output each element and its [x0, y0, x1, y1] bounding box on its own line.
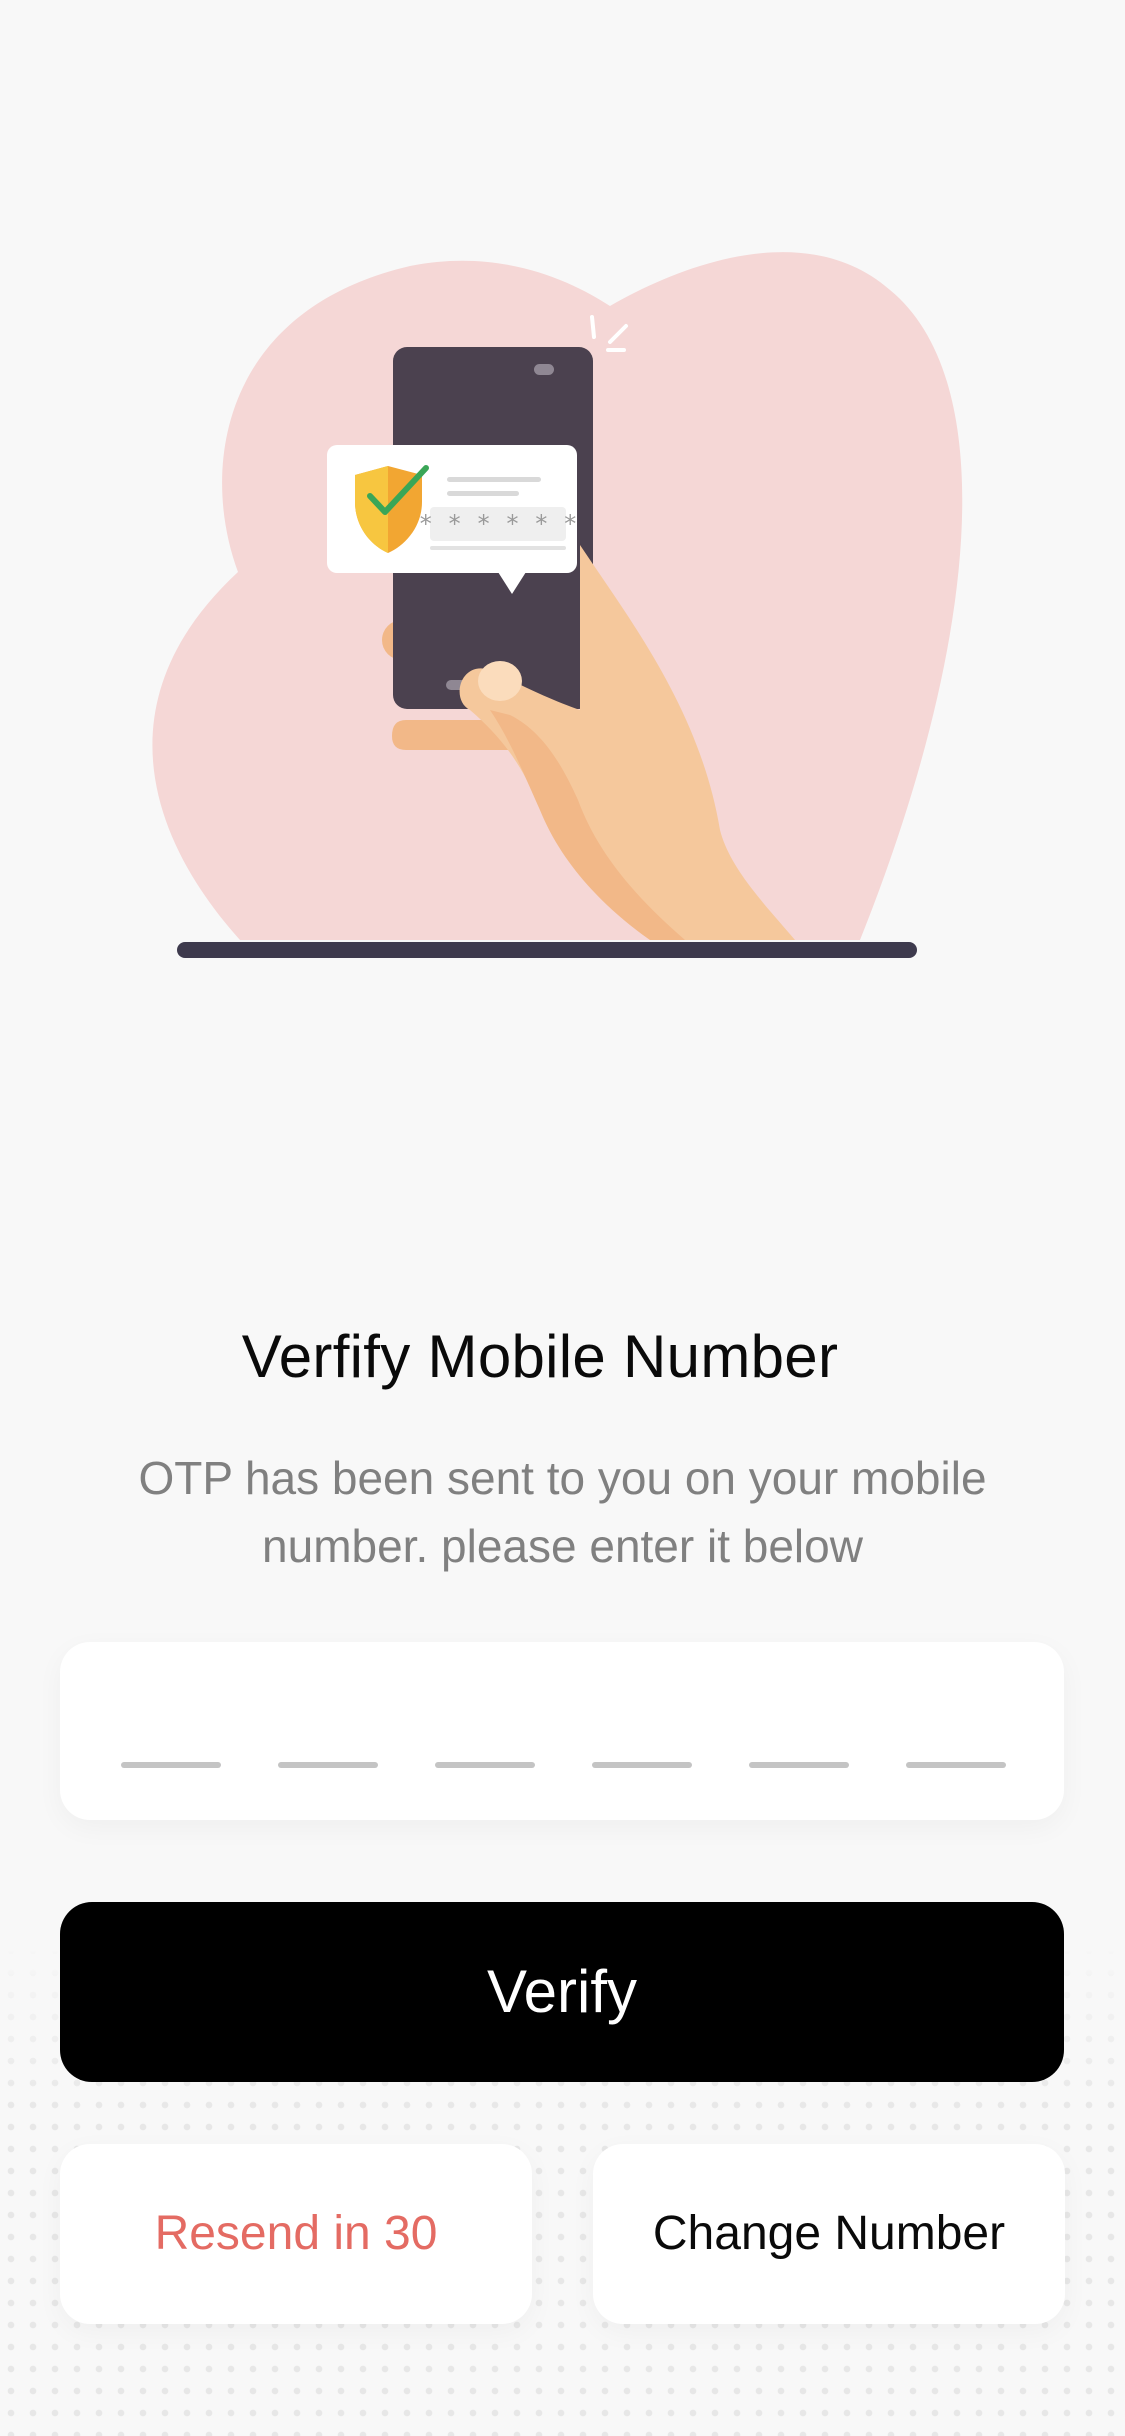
otp-digit-field[interactable]	[435, 1762, 535, 1768]
otp-mask-text: * * * * * *	[419, 510, 578, 538]
otp-instructions-text: OTP has been sent to you on your mobile …	[138, 1452, 987, 1572]
resend-otp-button[interactable]: Resend in 30	[60, 2144, 532, 2324]
ground-line	[177, 942, 917, 958]
page-title: Verfify Mobile Number	[241, 1323, 839, 1390]
otp-digit-field[interactable]	[592, 1762, 692, 1768]
phone-otp-illustration: * * * * * *	[152, 252, 963, 958]
otp-digit-field[interactable]	[278, 1762, 378, 1768]
otp-digit-field[interactable]	[749, 1762, 849, 1768]
otp-digit-field[interactable]	[121, 1762, 221, 1768]
change-number-button[interactable]: Change Number	[593, 2144, 1065, 2324]
verify-button[interactable]: Verify	[60, 1902, 1064, 2082]
otp-input-group[interactable]	[60, 1642, 1064, 1820]
otp-digit-field[interactable]	[906, 1762, 1006, 1768]
otp-verification-screen: * * * * * * Verfify Mobile Number OTP ha…	[0, 0, 1125, 2436]
